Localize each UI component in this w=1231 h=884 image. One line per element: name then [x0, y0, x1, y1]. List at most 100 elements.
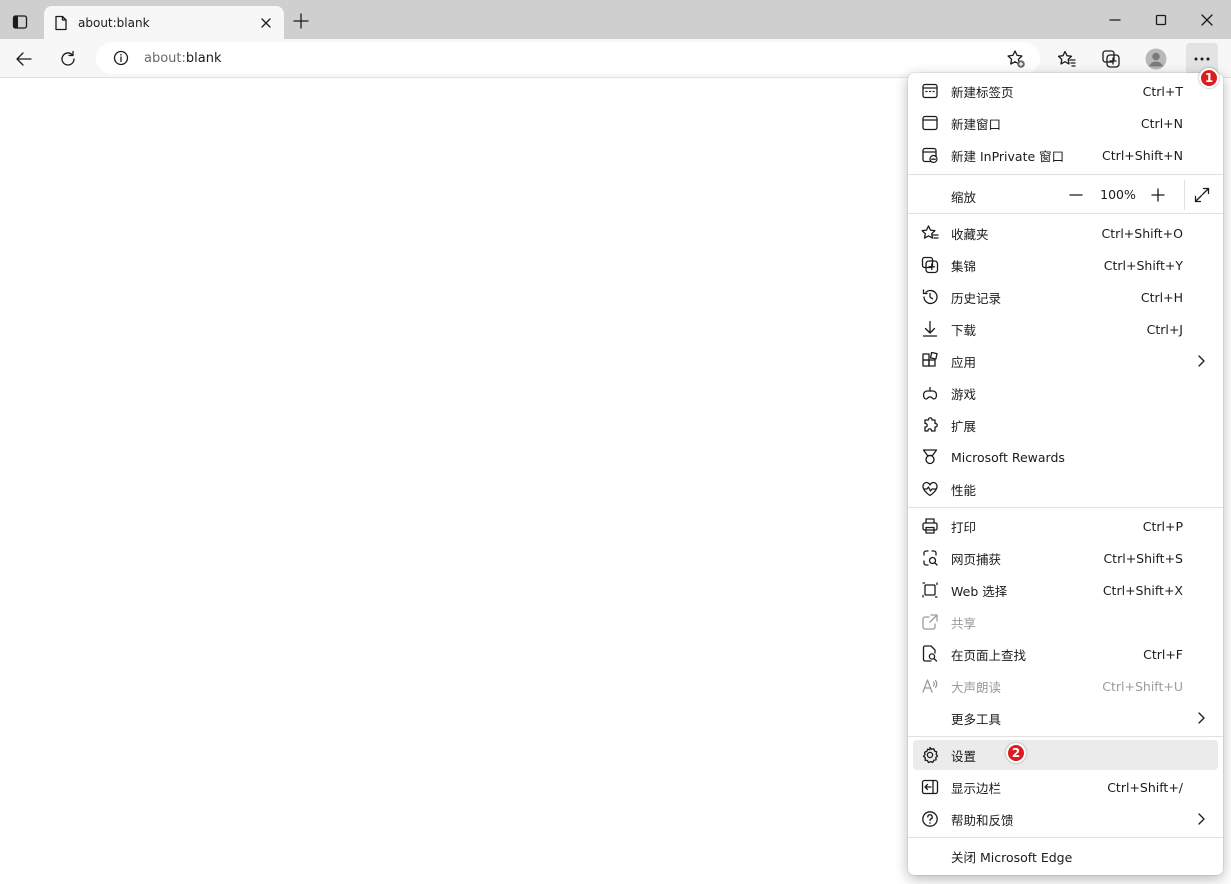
menu-item-help-and-feedback[interactable]: 帮助和反馈	[913, 804, 1218, 834]
menu-item-extensions[interactable]: 扩展	[913, 410, 1218, 440]
menu-item-shortcut: Ctrl+T	[1142, 83, 1183, 99]
zoom-out-button[interactable]	[1063, 182, 1089, 208]
menu-item-games[interactable]: 游戏	[913, 378, 1218, 408]
performance-icon	[922, 481, 938, 497]
add-favorite-icon[interactable]	[1006, 49, 1026, 69]
menu-item-label: 显示边栏	[951, 780, 1002, 796]
zoom-row: 缩放 100%	[913, 178, 1218, 211]
step-badge-2: 2	[1006, 743, 1026, 763]
tab-strip: about:blank	[0, 0, 1231, 39]
favorites-icon	[921, 225, 939, 239]
share-icon	[922, 614, 938, 630]
minimize-icon	[1109, 18, 1121, 21]
menu-item-label: 游戏	[951, 386, 977, 402]
full-screen-button[interactable]	[1189, 182, 1215, 208]
new-tab-button[interactable]	[288, 8, 314, 34]
menu-item-shortcut: Ctrl+N	[1140, 115, 1183, 131]
maximize-icon	[1155, 14, 1167, 25]
menu-item-label: 关闭 Microsoft Edge	[951, 849, 1073, 865]
apps-icon	[922, 352, 938, 367]
plus-icon	[1151, 188, 1165, 202]
minus-icon	[1069, 194, 1083, 196]
menu-item-new-tab[interactable]: 新建标签页 Ctrl+T	[913, 76, 1218, 106]
menu-separator	[908, 736, 1223, 737]
sidebar-icon	[921, 779, 939, 795]
menu-item-label: 设置	[951, 748, 977, 764]
menu-item-more-tools[interactable]: 更多工具	[913, 703, 1218, 733]
menu-item-share[interactable]: 共享	[913, 607, 1218, 637]
refresh-button[interactable]	[52, 43, 84, 75]
collections-icon	[1102, 50, 1120, 68]
menu-item-read-aloud[interactable]: 大声朗读 Ctrl+Shift+U	[913, 671, 1218, 701]
minimize-button[interactable]	[1092, 0, 1138, 39]
settings-icon	[922, 746, 939, 764]
rewards-icon	[922, 449, 938, 465]
web-capture-icon	[923, 550, 938, 566]
tab-close-button[interactable]	[254, 11, 278, 35]
site-info-icon[interactable]	[112, 49, 130, 67]
menu-separator	[908, 213, 1223, 214]
menu-item-print[interactable]: 打印 Ctrl+P	[913, 511, 1218, 541]
print-icon	[922, 518, 938, 534]
download-icon	[922, 320, 938, 337]
menu-item-shortcut: Ctrl+P	[1142, 518, 1183, 534]
menu-separator	[908, 174, 1223, 175]
close-window-button[interactable]	[1184, 0, 1230, 39]
menu-item-collections[interactable]: 集锦 Ctrl+Shift+Y	[913, 250, 1218, 280]
back-button[interactable]	[8, 43, 40, 75]
favorites-button[interactable]	[1051, 43, 1083, 75]
menu-item-label: Microsoft Rewards	[951, 449, 1065, 465]
collections-button[interactable]	[1095, 43, 1127, 75]
tab-actions-button[interactable]	[6, 8, 34, 36]
menu-item-apps[interactable]: 应用	[913, 346, 1218, 376]
menu-item-new-inprivate-window[interactable]: 新建 InPrivate 窗口 Ctrl+Shift+N	[913, 140, 1218, 170]
menu-item-shortcut: Ctrl+J	[1146, 321, 1183, 337]
menu-item-label: 集锦	[951, 258, 977, 274]
menu-item-downloads[interactable]: 下载 Ctrl+J	[913, 314, 1218, 344]
browser-tab[interactable]: about:blank	[44, 6, 284, 39]
zoom-divider	[1184, 180, 1185, 210]
settings-and-more-menu: 新建标签页 Ctrl+T 新建窗口 Ctrl+N 新建 InPrivate 窗口…	[908, 73, 1223, 875]
menu-item-label: Web 选择	[951, 583, 1008, 599]
address-bar[interactable]: about:blank	[96, 42, 1040, 74]
menu-item-label: 打印	[951, 519, 977, 535]
menu-item-label: 下载	[951, 322, 977, 338]
tab-title: about:blank	[78, 15, 150, 30]
web-select-icon	[922, 582, 938, 598]
menu-item-performance[interactable]: 性能	[913, 474, 1218, 504]
read-aloud-icon	[922, 679, 938, 693]
menu-item-label: 应用	[951, 354, 977, 370]
menu-item-label: 扩展	[951, 418, 977, 434]
chevron-right-icon	[1198, 712, 1205, 724]
menu-item-shortcut: Ctrl+Shift+/	[1107, 779, 1183, 795]
menu-item-microsoft-rewards[interactable]: Microsoft Rewards	[913, 442, 1218, 472]
menu-item-shortcut: Ctrl+Shift+X	[1102, 582, 1183, 598]
menu-separator	[908, 837, 1223, 838]
menu-item-label: 网页捕获	[951, 551, 1002, 567]
step-badge-1: 1	[1199, 68, 1219, 88]
games-icon	[922, 386, 938, 400]
page-icon	[55, 15, 67, 30]
menu-item-label: 新建窗口	[951, 116, 1002, 132]
maximize-button[interactable]	[1138, 0, 1184, 39]
url-text[interactable]: about:blank	[144, 51, 222, 66]
menu-item-new-window[interactable]: 新建窗口 Ctrl+N	[913, 108, 1218, 138]
url-prefix: about:	[144, 50, 186, 66]
history-icon	[922, 289, 938, 305]
menu-item-label: 大声朗读	[951, 679, 1002, 695]
menu-item-show-sidebar[interactable]: 显示边栏 Ctrl+Shift+/	[913, 772, 1218, 802]
menu-item-history[interactable]: 历史记录 Ctrl+H	[913, 282, 1218, 312]
menu-item-label: 性能	[951, 482, 977, 498]
menu-item-web-select[interactable]: Web 选择 Ctrl+Shift+X	[913, 575, 1218, 605]
menu-item-find-on-page[interactable]: 在页面上查找 Ctrl+F	[913, 639, 1218, 669]
extensions-icon	[924, 417, 938, 432]
menu-item-shortcut: Ctrl+Shift+O	[1101, 225, 1183, 241]
menu-item-label: 在页面上查找	[951, 647, 1027, 663]
zoom-label: 缩放	[951, 190, 977, 205]
profile-button[interactable]	[1140, 43, 1172, 75]
zoom-in-button[interactable]	[1145, 182, 1171, 208]
menu-item-close-edge[interactable]: 关闭 Microsoft Edge	[913, 841, 1218, 871]
menu-item-settings[interactable]: 设置	[913, 740, 1218, 770]
menu-item-favorites[interactable]: 收藏夹 Ctrl+Shift+O	[913, 218, 1218, 248]
menu-item-web-capture[interactable]: 网页捕获 Ctrl+Shift+S	[913, 543, 1218, 573]
